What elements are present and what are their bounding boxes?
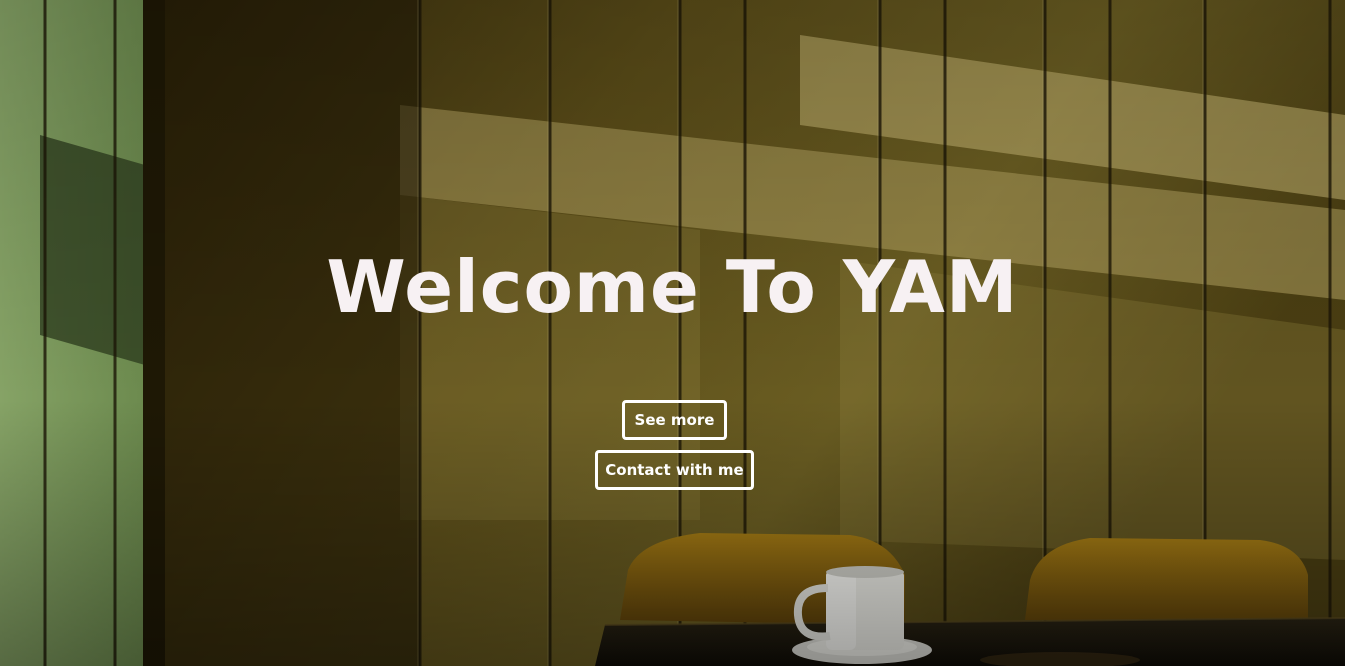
hero-title: Welcome To YAM (326, 245, 1019, 329)
hero-content: Welcome To YAM See more Contact with me (0, 0, 1345, 666)
hero-section: Welcome To YAM See more Contact with me (0, 0, 1345, 666)
see-more-button[interactable]: See more (622, 400, 727, 440)
see-more-label: See more (634, 411, 715, 429)
contact-button[interactable]: Contact with me (595, 450, 754, 490)
contact-label: Contact with me (605, 461, 744, 479)
